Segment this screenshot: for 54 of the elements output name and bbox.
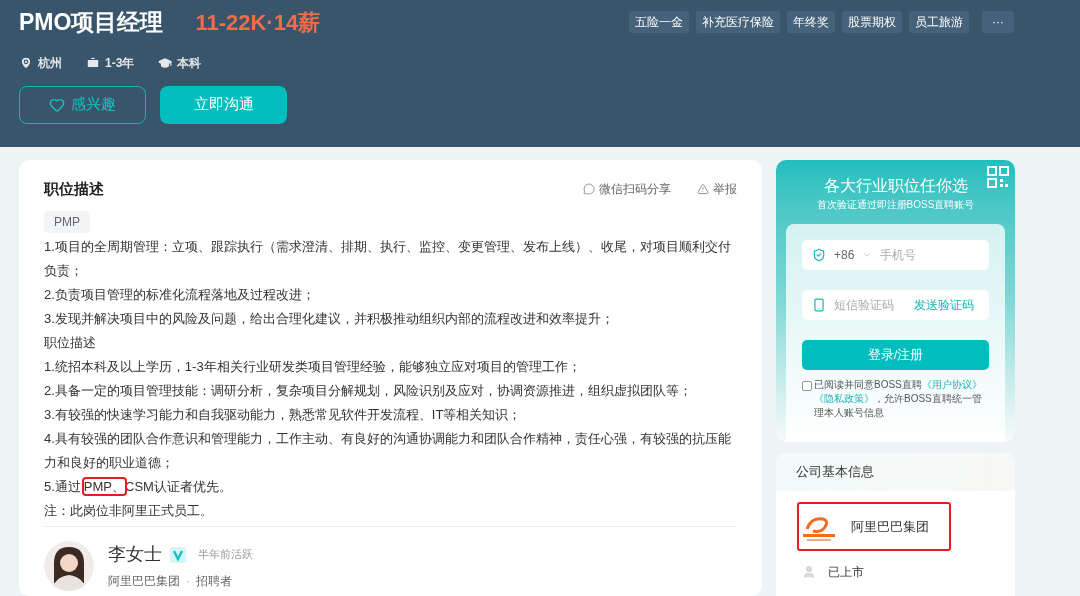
chat-bubble-icon — [583, 183, 595, 196]
recruiter-company: 阿里巴巴集团 — [108, 573, 180, 590]
benefit-tag: 股票期权 — [842, 11, 902, 34]
benefit-tag: 年终奖 — [787, 11, 835, 34]
share-link[interactable]: 微信扫码分享 — [599, 180, 671, 199]
job-title: PMO项目经理 — [19, 8, 164, 37]
benefit-tag: 员工旅游 — [909, 11, 969, 34]
job-fact: 杭州 — [38, 54, 62, 72]
graduation-cap-icon — [158, 55, 173, 70]
recruiter-name: 李女士 — [108, 543, 162, 566]
job-fact: 1-3年 — [105, 54, 135, 72]
section-title: 职位描述 — [44, 179, 104, 199]
briefcase-icon — [86, 55, 100, 70]
job-fact: 本科 — [177, 54, 202, 72]
salary: 11-22K·14薪 — [195, 8, 321, 37]
phone-field[interactable]: +86 手机号 — [802, 240, 989, 270]
description-line: 职位描述 — [44, 333, 97, 352]
benefit-tag: 五险一金 — [629, 11, 689, 34]
country-code[interactable]: +86 — [834, 246, 855, 264]
description-line: 2.具备一定的项目管理技能：调研分析，复杂项目分解规划，风险识别及应对，协调资源推进，组织虚拟团队等； — [44, 381, 693, 400]
active-status: 半年前活跃 — [198, 547, 253, 563]
caret-icon — [862, 250, 873, 260]
more-tag[interactable]: ··· — [982, 11, 1014, 34]
location-pin-icon — [19, 55, 33, 70]
code-input[interactable]: 短信验证码 — [834, 296, 906, 314]
description-line: 2.负责项目管理的标准化流程落地及过程改进； — [44, 285, 316, 304]
company-name[interactable]: 阿里巴巴集团 — [851, 516, 929, 537]
interest-button[interactable]: 感兴趣 — [19, 85, 146, 124]
phone-icon — [812, 298, 826, 312]
benefit-tag: 补充医疗保险 — [696, 11, 780, 34]
description-line: 注：此岗位非阿里正式员工。 — [44, 501, 214, 520]
phone-input[interactable]: 手机号 — [880, 246, 971, 264]
listing-status: 已上市 — [828, 564, 864, 581]
avatar — [44, 540, 94, 591]
report-link[interactable]: 举报 — [713, 180, 737, 199]
description-line: 1.统招本科及以上学历，1-3年相关行业研发类项目管理经验，能够独立应对项目的管理工作； — [44, 357, 582, 376]
shield-check-icon — [812, 248, 826, 262]
description-line: 4.具有较强的团队合作意识和管理能力，工作主动、有良好的沟通协调能力和团队合作精神，责任心强，有较强的抗压能力和良好的职业道德； — [44, 429, 732, 472]
recruiter-role: 招聘者 — [196, 573, 232, 590]
separator-dot: · — [186, 573, 190, 590]
company-row[interactable]: 阿里巴巴集团 — [797, 502, 951, 551]
heart-icon — [49, 96, 65, 113]
description-line: 1.项目的全周期管理：立项、跟踪执行（需求澄清、排期、执行、监控、变更管理、发布上线）、收尾，对项目顺利交付负责； — [44, 237, 732, 280]
warning-icon — [697, 183, 709, 196]
person-icon — [802, 565, 816, 579]
agreement-text: 已阅读并同意BOSS直聘《用户协议》 《隐私政策》，允许BOSS直聘统一管理本人账号信息 — [814, 378, 983, 420]
description-line: 3.有较强的快速学习能力和自我驱动能力，熟悉常见软件开发流程、IT等相关知识； — [44, 405, 523, 424]
skill-tag: PMP — [44, 210, 90, 233]
qr-code-icon[interactable] — [987, 166, 1009, 188]
login-title: 各大行业职位任你选 — [823, 176, 968, 196]
company-card-title: 公司基本信息 — [796, 463, 874, 482]
description-line: 3.发现并解决项目中的风险及问题，给出合理化建议，并积极推动组织内部的流程改进和效率提升； — [44, 309, 615, 328]
login-subtitle: 首次验证通过即注册BOSS直聘账号 — [816, 198, 975, 212]
agree-checkbox[interactable] — [802, 381, 812, 391]
